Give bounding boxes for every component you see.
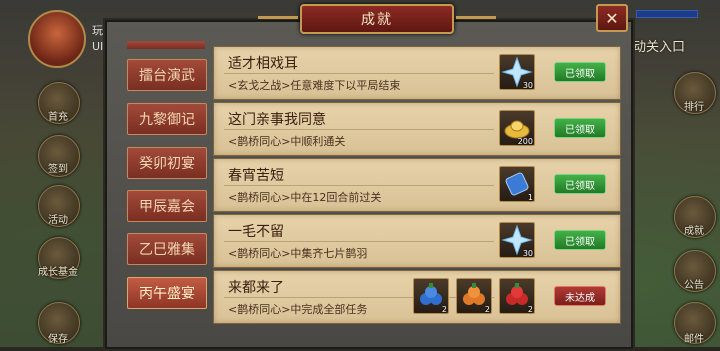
tab-guimao[interactable]: 癸卯初宴 <box>127 147 207 179</box>
announcement-label: 公告 <box>684 280 704 291</box>
player-avatar[interactable] <box>28 10 86 68</box>
achievement-desc: <玄戈之战>任意难度下以平局结束 <box>228 79 401 92</box>
close-icon: ✕ <box>605 8 619 28</box>
panel-title: 成就 <box>361 12 393 28</box>
activity-label: 活动 <box>48 215 68 226</box>
achievement-row: 这门亲事我同意 <鹊桥同心>中顺利通关 200 已领取 <box>213 102 621 156</box>
reward-count: 200 <box>517 137 533 146</box>
tab-label: 丙午盛宴 <box>139 286 195 302</box>
reward-slot[interactable]: 200 <box>499 110 535 146</box>
tab-scroll-stub <box>127 41 205 49</box>
achievement-desc: <鹊桥同心>中在12回合前过关 <box>228 191 382 204</box>
achievement-row: 适才相戏耳 <玄戈之战>任意难度下以平局结束 30 已领取 <box>213 46 621 100</box>
reward-slot[interactable]: 2 <box>499 278 535 314</box>
title-left-ornament <box>258 16 298 19</box>
status-badge: 已领取 <box>554 118 606 138</box>
tab-yisi[interactable]: 乙巳雅集 <box>127 233 207 265</box>
tab-label: 癸卯初宴 <box>139 156 195 172</box>
status-badge: 未达成 <box>554 286 606 306</box>
achievement-row: 来都来了 <鹊桥同心>中完成全部任务 2 2 2 未达成 <box>213 270 621 324</box>
row-divider <box>224 185 494 186</box>
tab-label: 九黎御记 <box>139 112 195 128</box>
row-divider <box>224 297 494 298</box>
ranking-label: 排行 <box>684 102 704 113</box>
checkin-label: 签到 <box>48 164 68 175</box>
reward-slot[interactable]: 30 <box>499 54 535 90</box>
tab-label: 甲辰嘉会 <box>139 199 195 215</box>
achievement-title: 一毛不留 <box>228 224 284 240</box>
reward-count: 30 <box>522 81 533 90</box>
title-right-ornament <box>456 16 496 19</box>
status-badge: 已领取 <box>554 230 606 250</box>
achievement-desc: <鹊桥同心>中集齐七片鹊羽 <box>228 247 368 260</box>
close-button[interactable]: ✕ <box>596 4 628 32</box>
first-recharge-label: 首充 <box>48 112 68 123</box>
tab-leitai[interactable]: 擂台演武 <box>127 59 207 91</box>
row-divider <box>224 241 494 242</box>
status-badge: 已领取 <box>554 174 606 194</box>
achievement-title: 这门亲事我同意 <box>228 112 326 128</box>
reward-count: 1 <box>527 193 533 202</box>
reward-slot[interactable]: 30 <box>499 222 535 258</box>
tab-jiachen[interactable]: 甲辰嘉会 <box>127 190 207 222</box>
tab-bingwu[interactable]: 丙午盛宴 <box>127 277 207 309</box>
achievement-label: 成就 <box>684 226 704 237</box>
reward-count: 30 <box>522 249 533 258</box>
energy-bar <box>636 10 698 18</box>
growth-fund-label: 成长基金 <box>38 267 78 278</box>
tab-label: 擂台演武 <box>139 68 195 84</box>
mail-label: 邮件 <box>684 334 704 345</box>
reward-count: 2 <box>441 305 447 314</box>
achievement-desc: <鹊桥同心>中完成全部任务 <box>228 303 368 316</box>
achievement-row: 一毛不留 <鹊桥同心>中集齐七片鹊羽 30 已领取 <box>213 214 621 268</box>
row-divider <box>224 73 494 74</box>
reward-slot[interactable]: 2 <box>456 278 492 314</box>
status-badge: 已领取 <box>554 62 606 82</box>
achievement-title: 来都来了 <box>228 280 284 296</box>
tab-jiuli[interactable]: 九黎御记 <box>127 103 207 135</box>
panel-title-bar: 成就 <box>258 4 496 34</box>
save-label: 保存 <box>48 334 68 345</box>
left-hud: 玩家 UID 首充 签到 活动 成长基金 保存 <box>0 0 120 347</box>
reward-slot[interactable]: 2 <box>413 278 449 314</box>
achievement-desc: <鹊桥同心>中顺利通关 <box>228 135 346 148</box>
reward-slot[interactable]: 1 <box>499 166 535 202</box>
reward-count: 2 <box>484 305 490 314</box>
achievement-row: 春宵苦短 <鹊桥同心>中在12回合前过关 1 已领取 <box>213 158 621 212</box>
tab-label: 乙巳雅集 <box>139 242 195 258</box>
achievement-title: 春宵苦短 <box>228 168 284 184</box>
row-divider <box>224 129 494 130</box>
achievement-title: 适才相戏耳 <box>228 56 298 72</box>
reward-count: 2 <box>527 305 533 314</box>
